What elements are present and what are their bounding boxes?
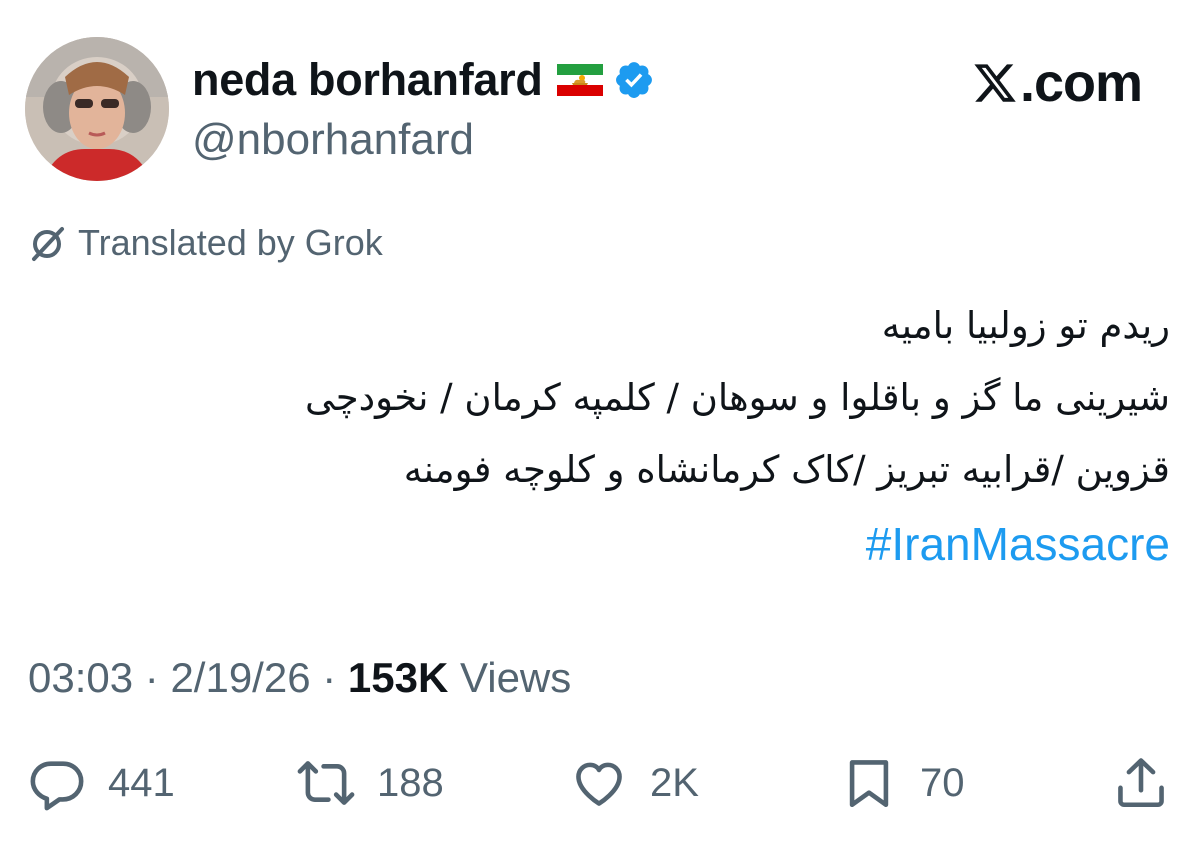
tweet-line-1: ریدم تو زولبیا بامیه: [881, 304, 1170, 347]
x-com-logo: .com: [972, 52, 1143, 114]
x-logo-icon: [974, 64, 1016, 102]
user-handle[interactable]: @nborhanfard: [192, 115, 474, 165]
bookmark-button[interactable]: 70: [840, 748, 965, 818]
tweet-line-3: قزوین /قرابیه تبریز /کاک کرمانشاه و کلوچ…: [403, 448, 1170, 491]
translation-notice[interactable]: Translated by Grok: [28, 222, 383, 264]
reply-count: 441: [108, 760, 175, 805]
display-name-text: neda borhanfard: [192, 54, 543, 105]
avatar[interactable]: [25, 37, 169, 181]
display-name[interactable]: neda borhanfard: [192, 54, 655, 106]
heart-icon: [576, 762, 622, 806]
tweet-time[interactable]: 03:03: [28, 654, 133, 701]
like-count: 2K: [650, 760, 699, 805]
tweet-meta: 03:03 · 2/19/26 · 153K Views: [28, 654, 571, 702]
repost-icon: [297, 761, 355, 805]
avatar-image: [25, 37, 169, 181]
views-count: 153K: [347, 654, 449, 701]
action-bar: 441 188 2K 70: [0, 748, 1200, 818]
tweet-line-2: شیرینی ما گز و باقلوا و سوهان / کلمپه کر…: [304, 376, 1170, 419]
grok-icon: [32, 227, 64, 261]
iran-lion-and-sun-flag-icon: [556, 64, 603, 96]
reply-button[interactable]: 441: [28, 748, 175, 818]
repost-button[interactable]: 188: [297, 748, 444, 818]
verified-badge-icon: [615, 62, 652, 98]
bookmark-icon: [849, 760, 889, 808]
translation-label: Translated by Grok: [78, 222, 383, 263]
reply-icon: [30, 761, 84, 811]
repost-count: 188: [377, 760, 444, 805]
meta-separator: ·: [133, 654, 171, 701]
meta-separator: ·: [310, 654, 348, 701]
share-button[interactable]: [1112, 748, 1192, 818]
hashtag-link[interactable]: #IranMassacre: [866, 508, 1170, 580]
bookmark-count: 70: [920, 760, 965, 805]
site-domain-label: .com: [1019, 53, 1143, 113]
tweet-date[interactable]: 2/19/26: [170, 654, 310, 701]
share-icon: [1118, 758, 1164, 808]
like-button[interactable]: 2K: [570, 748, 699, 818]
tweet-text: ریدم تو زولبیا بامیه شیرینی ما گز و باقل…: [20, 290, 1170, 584]
views-label: Views: [448, 654, 572, 701]
